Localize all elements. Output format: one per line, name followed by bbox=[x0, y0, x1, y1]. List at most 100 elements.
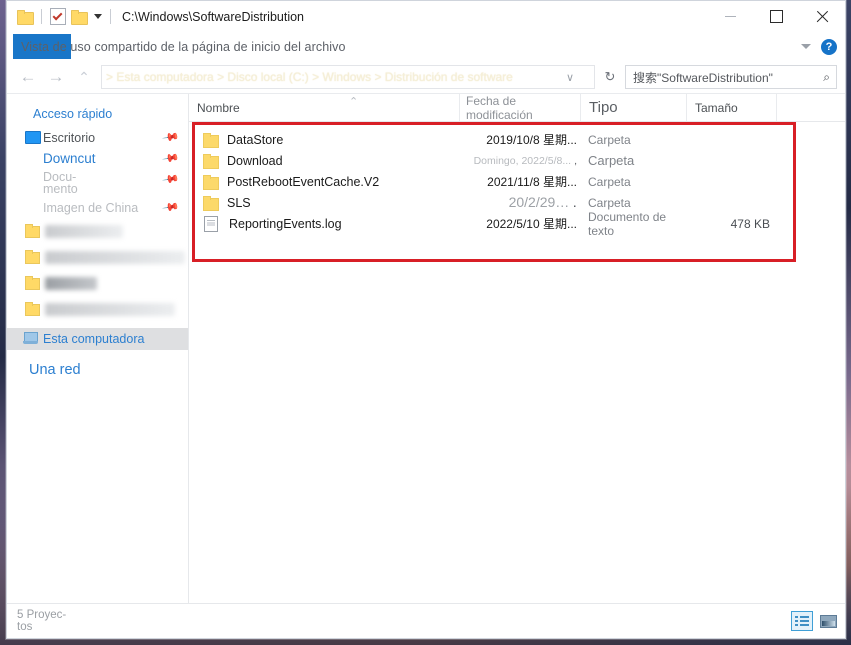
column-header-label: Tamaño bbox=[695, 100, 738, 115]
file-date-label: 20/2/29… bbox=[508, 194, 570, 210]
file-date-cell: 2022/5/10 星期... bbox=[486, 217, 577, 231]
redacted-label bbox=[45, 303, 175, 316]
help-icon[interactable]: ? bbox=[821, 38, 837, 55]
search-box[interactable]: 搜索"SoftwareDistribution" ⌕ bbox=[625, 65, 837, 89]
sidebar-item-label: Imagen de China bbox=[43, 200, 139, 215]
table-row[interactable]: Download Domingo, 2022/5/8..., Carpeta bbox=[189, 150, 845, 171]
details-view-icon bbox=[795, 615, 809, 627]
file-name-cell[interactable]: PostRebootEventCache.V2 bbox=[189, 175, 459, 190]
file-name-cell[interactable]: Download bbox=[189, 153, 459, 169]
pin-icon[interactable]: 📌 bbox=[162, 170, 181, 189]
maximize-icon bbox=[769, 10, 783, 23]
ribbon-menu-bar: Vista de uso compartido de la página de … bbox=[7, 32, 845, 61]
sidebar-item-imagen-de-china[interactable]: Imagen de China 📌 bbox=[7, 197, 188, 218]
new-folder-icon[interactable] bbox=[71, 10, 88, 25]
column-header-type[interactable]: Tipo bbox=[580, 94, 686, 121]
column-header-label: Fecha de modificación bbox=[466, 93, 533, 122]
folder-icon bbox=[25, 302, 40, 316]
properties-icon[interactable] bbox=[50, 8, 66, 25]
sidebar-item-label: Escritorio bbox=[43, 130, 96, 145]
title-bar: C:\Windows\SoftwareDistribution bbox=[7, 1, 845, 32]
pin-icon[interactable]: 📌 bbox=[162, 149, 181, 168]
file-name-label: SLS bbox=[227, 195, 251, 210]
file-type-cell: Carpeta bbox=[588, 174, 631, 189]
file-explorer-window: C:\Windows\SoftwareDistribution Vista de… bbox=[6, 0, 846, 639]
file-name-cell[interactable]: SLS bbox=[189, 195, 459, 211]
sidebar-item-blurred-1[interactable] bbox=[7, 218, 188, 244]
minimize-button[interactable] bbox=[707, 1, 753, 32]
file-date-cell: 2019/10/8 星期... bbox=[486, 133, 577, 147]
file-name-cell[interactable]: ReportingEvents.log bbox=[189, 215, 459, 232]
large-icons-view-button[interactable] bbox=[817, 611, 839, 631]
sidebar-item-label: Docu- mento bbox=[43, 170, 78, 196]
sidebar-item-documento[interactable]: Docu- mento 📌 bbox=[7, 169, 188, 197]
sidebar-item-blurred-3[interactable] bbox=[7, 270, 188, 296]
file-type-cell: Documento de texto bbox=[588, 209, 667, 238]
column-headers: Nombre ⌃ Fecha de modificación Tipo Tama… bbox=[189, 94, 845, 122]
back-button[interactable]: ← bbox=[17, 66, 39, 88]
column-header-spare[interactable] bbox=[776, 94, 816, 121]
close-icon bbox=[816, 10, 829, 23]
table-row[interactable]: PostRebootEventCache.V2 2021/11/8 星期... … bbox=[189, 171, 845, 192]
forward-button[interactable]: → bbox=[45, 66, 67, 88]
folder-icon bbox=[203, 154, 219, 169]
window-controls bbox=[707, 1, 845, 32]
chevron-down-icon[interactable]: ∨ bbox=[566, 71, 574, 84]
sidebar-item-network[interactable]: Una red bbox=[7, 362, 188, 378]
file-date-cell: 2021/11/8 星期... bbox=[487, 175, 577, 189]
sidebar-item-downcut[interactable]: Downcut 📌 bbox=[7, 148, 188, 169]
address-bar-row: ← → ⌃ > Esta computadora > Disco local (… bbox=[7, 61, 845, 94]
file-rows: DataStore 2019/10/8 星期... Carpeta Downlo… bbox=[189, 122, 845, 238]
chevron-down-icon[interactable] bbox=[94, 14, 102, 19]
close-button[interactable] bbox=[799, 1, 845, 32]
sidebar-item-label: Downcut bbox=[43, 151, 96, 166]
column-header-label: Tipo bbox=[589, 99, 618, 116]
toolbar-divider-2 bbox=[110, 9, 111, 24]
view-toggle-group bbox=[791, 611, 839, 631]
computer-icon bbox=[23, 332, 38, 344]
file-name-cell[interactable]: DataStore bbox=[189, 133, 459, 148]
minimize-icon bbox=[724, 16, 736, 17]
sidebar-item-this-pc[interactable]: Esta computadora bbox=[7, 328, 188, 350]
column-header-label: Nombre bbox=[197, 100, 240, 115]
sidebar-item-blurred-2[interactable] bbox=[7, 244, 188, 270]
up-button[interactable]: ⌃ bbox=[73, 66, 95, 88]
file-type-cell: Carpeta bbox=[588, 132, 631, 147]
folder-icon bbox=[203, 175, 219, 190]
file-name-label: ReportingEvents.log bbox=[229, 216, 342, 231]
ribbon-right-controls: ? bbox=[801, 32, 837, 61]
sidebar-item-blurred-4[interactable] bbox=[7, 296, 188, 322]
chevron-down-icon[interactable] bbox=[801, 44, 811, 49]
folder-icon bbox=[25, 276, 40, 290]
file-date-cell: Domingo, 2022/5/8..., bbox=[459, 155, 580, 167]
table-row[interactable]: SLS 20/2/29… ․ Carpeta bbox=[189, 192, 845, 213]
status-bar: 5 Proyec- tos bbox=[7, 603, 845, 638]
file-name-label: Download bbox=[227, 153, 283, 168]
file-type-cell: Carpeta bbox=[588, 195, 631, 210]
ribbon-tabs-label[interactable]: Vista de uso compartido de la página de … bbox=[21, 40, 346, 54]
pin-icon[interactable]: 📌 bbox=[162, 128, 181, 147]
redacted-label bbox=[45, 225, 123, 238]
table-row[interactable]: DataStore 2019/10/8 星期... Carpeta bbox=[189, 129, 845, 150]
details-view-button[interactable] bbox=[791, 611, 813, 631]
status-item-count: 5 Proyec- tos bbox=[17, 609, 87, 633]
column-header-name[interactable]: Nombre ⌃ bbox=[189, 94, 459, 121]
refresh-button[interactable]: ↻ bbox=[601, 69, 619, 85]
sidebar-item-escritorio[interactable]: Escritorio 📌 bbox=[7, 127, 188, 148]
sidebar-item-label: Esta computadora bbox=[43, 332, 145, 346]
file-type-cell: Carpeta bbox=[588, 153, 635, 168]
maximize-button[interactable] bbox=[753, 1, 799, 32]
large-icons-view-icon bbox=[819, 614, 837, 628]
column-header-size[interactable]: Tamaño bbox=[686, 94, 776, 121]
navigation-pane: Acceso rápido Escritorio 📌 Downcut 📌 Doc… bbox=[7, 94, 189, 603]
table-row[interactable]: ReportingEvents.log 2022/5/10 星期... Docu… bbox=[189, 210, 845, 238]
desktop-icon bbox=[25, 131, 41, 144]
pin-icon[interactable]: 📌 bbox=[162, 198, 181, 217]
sort-ascending-icon: ⌃ bbox=[349, 96, 359, 108]
address-input[interactable]: > Esta computadora > Disco local (C:) > … bbox=[101, 65, 595, 89]
folder-icon[interactable] bbox=[17, 10, 34, 25]
column-header-date-modified[interactable]: Fecha de modificación bbox=[459, 93, 580, 122]
toolbar-divider bbox=[41, 9, 42, 24]
search-icon: ⌕ bbox=[823, 69, 830, 84]
search-input[interactable]: 搜索"SoftwareDistribution" bbox=[633, 69, 773, 86]
